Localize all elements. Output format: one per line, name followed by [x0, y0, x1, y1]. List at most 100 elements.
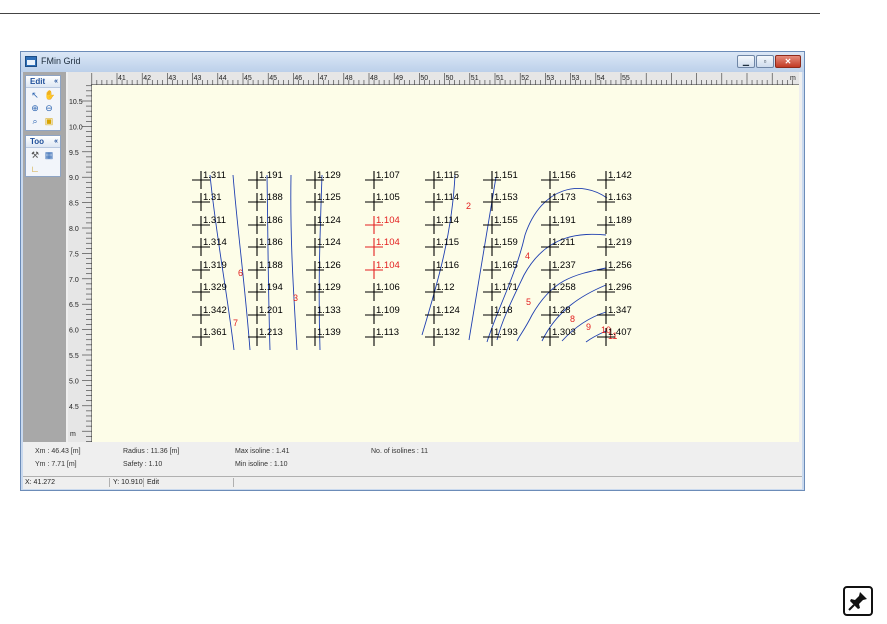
- zoom-reset-icon[interactable]: ⌕: [30, 116, 40, 126]
- grid-point[interactable]: 1.129: [306, 170, 341, 189]
- grid-point[interactable]: 1.314: [192, 237, 227, 256]
- grid-point-value: 1.133: [317, 305, 341, 316]
- grid-point[interactable]: 1.109: [365, 305, 400, 324]
- grid-point[interactable]: 1.139: [306, 327, 341, 346]
- grid-point[interactable]: 1.347: [597, 305, 632, 324]
- grid-point-value: 1.106: [376, 282, 400, 293]
- grid-point-value: 1.191: [259, 170, 283, 181]
- y-ruler-label: 9.5: [69, 150, 79, 157]
- pointer-icon[interactable]: ↖: [30, 90, 40, 100]
- grid-point[interactable]: 1.126: [306, 260, 341, 279]
- grid-point[interactable]: 1.311: [192, 170, 226, 189]
- grid-point[interactable]: 1.124: [306, 237, 341, 256]
- grid-point[interactable]: 1.107: [365, 170, 400, 189]
- grid-point[interactable]: 1.194: [248, 282, 283, 301]
- y-ruler-label: 4.5: [69, 404, 79, 411]
- maximize-button[interactable]: ▫: [756, 55, 774, 68]
- horizontal-ruler[interactable]: 41 42 43 43 44 45 45 46 47 48 48 49 50 50 51 51 52 53 53 54…: [91, 72, 799, 85]
- grid-point[interactable]: 1.303: [541, 327, 576, 346]
- tool-group-header[interactable]: Too «: [26, 136, 60, 148]
- grid-point[interactable]: 1.296: [597, 282, 632, 301]
- grid-point[interactable]: 1.159: [483, 237, 518, 256]
- y-ruler-unit: m: [70, 431, 76, 438]
- grid-point[interactable]: 1.189: [597, 215, 632, 234]
- grid-point-value: 1.163: [608, 192, 632, 203]
- grid-tool-icon[interactable]: ▦: [44, 150, 54, 160]
- grid-point[interactable]: 1.319: [192, 260, 227, 279]
- grid-point[interactable]: 1.116: [425, 260, 459, 279]
- grid-point[interactable]: 1.173: [541, 192, 576, 211]
- grid-point-value: 1.107: [376, 170, 400, 181]
- grid-point[interactable]: 1.258: [541, 282, 576, 301]
- grid-point[interactable]: 1.142: [597, 170, 632, 189]
- x-ruler-unit: m: [790, 75, 796, 82]
- zoom-out-icon[interactable]: ⊖: [44, 103, 54, 113]
- grid-point[interactable]: 1.311: [192, 215, 226, 234]
- grid-point[interactable]: 1.191: [541, 215, 576, 234]
- vertical-ruler[interactable]: 10.5 10.0 9.5 9.0 8.5 8.0 7.5 7.0 6.5 6.0 5.5 5.0 4.…: [68, 85, 92, 442]
- ruler-icon[interactable]: ∟: [30, 164, 40, 174]
- grid-point[interactable]: 1.151: [483, 170, 518, 189]
- grid-point[interactable]: 1.124: [306, 215, 341, 234]
- grid-plot-area[interactable]: 2 3 4 5 6 7 8 9 10 11 1.311 1.31 1.311 1.314 1.319 1.32…: [92, 85, 799, 442]
- grid-point[interactable]: 1.18: [483, 305, 513, 324]
- grid-point[interactable]: 1.191: [248, 170, 283, 189]
- grid-point[interactable]: 1.156: [541, 170, 576, 189]
- y-ruler-label: 10.5: [69, 99, 83, 106]
- contour-label: 4: [525, 251, 530, 261]
- contour-label: 3: [293, 293, 298, 303]
- grid-point[interactable]: 1.104: [365, 237, 400, 256]
- y-ruler-label: 8.0: [69, 226, 79, 233]
- grid-point[interactable]: 1.256: [597, 260, 632, 279]
- grid-point[interactable]: 1.129: [306, 282, 341, 301]
- grid-point[interactable]: 1.104: [365, 260, 400, 279]
- grid-point-value: 1.153: [494, 192, 518, 203]
- grid-point[interactable]: 1.201: [248, 305, 283, 324]
- x-ruler-label: 53: [572, 75, 580, 82]
- grid-point[interactable]: 1.193: [483, 327, 518, 346]
- grid-point[interactable]: 1.28: [541, 305, 571, 324]
- grid-point[interactable]: 1.125: [306, 192, 341, 211]
- hand-pan-icon[interactable]: ✋: [44, 90, 55, 100]
- grid-point-value: 1.125: [317, 192, 341, 203]
- grid-point[interactable]: 1.104: [365, 215, 400, 234]
- grid-point[interactable]: 1.188: [248, 192, 283, 211]
- grid-point[interactable]: 1.186: [248, 215, 283, 234]
- grid-point[interactable]: 1.342: [192, 305, 227, 324]
- grid-point[interactable]: 1.133: [306, 305, 341, 324]
- grid-plot-canvas[interactable]: 234567 89 10111.3111.311.3111.3141.3191.32…: [92, 85, 799, 442]
- collapse-chevron-icon[interactable]: «: [54, 136, 58, 147]
- grid-point[interactable]: 1.31: [192, 192, 222, 211]
- grid-point[interactable]: 1.153: [483, 192, 518, 211]
- grid-point[interactable]: 1.114: [425, 215, 459, 234]
- grid-point[interactable]: 1.155: [483, 215, 518, 234]
- grid-point[interactable]: 1.237: [541, 260, 576, 279]
- collapse-chevron-icon[interactable]: «: [54, 76, 58, 87]
- grid-point[interactable]: 1.114: [425, 192, 459, 211]
- grid-point[interactable]: 1.115: [425, 237, 459, 256]
- edit-group-header[interactable]: Edit «: [26, 76, 60, 88]
- grid-point-value: 1.211: [552, 237, 575, 248]
- grid-point[interactable]: 1.188: [248, 260, 283, 279]
- zoom-window-icon[interactable]: ▣: [44, 116, 54, 126]
- grid-point[interactable]: 1.211: [541, 237, 575, 256]
- window-title: FMin Grid: [41, 56, 81, 66]
- x-ruler-label: 43: [194, 75, 202, 82]
- grid-point[interactable]: 1.361: [192, 327, 227, 346]
- grid-point[interactable]: 1.113: [365, 327, 399, 346]
- grid-point[interactable]: 1.12: [425, 282, 455, 301]
- grid-point[interactable]: 1.213: [248, 327, 283, 346]
- x-ruler-label: 45: [269, 75, 277, 82]
- grid-point[interactable]: 1.105: [365, 192, 400, 211]
- grid-point[interactable]: 1.106: [365, 282, 400, 301]
- grid-point[interactable]: 1.186: [248, 237, 283, 256]
- grid-point[interactable]: 1.132: [425, 327, 460, 346]
- grid-point[interactable]: 1.329: [192, 282, 227, 301]
- pick-tool-icon[interactable]: ⚒: [30, 150, 40, 160]
- close-button[interactable]: ✕: [775, 55, 801, 68]
- zoom-in-icon[interactable]: ⊕: [30, 103, 40, 113]
- minimize-button[interactable]: ▁: [737, 55, 755, 68]
- grid-point-value: 1.12: [436, 282, 455, 293]
- grid-point[interactable]: 1.219: [597, 237, 632, 256]
- title-bar[interactable]: FMin Grid ▁ ▫ ✕: [21, 52, 804, 72]
